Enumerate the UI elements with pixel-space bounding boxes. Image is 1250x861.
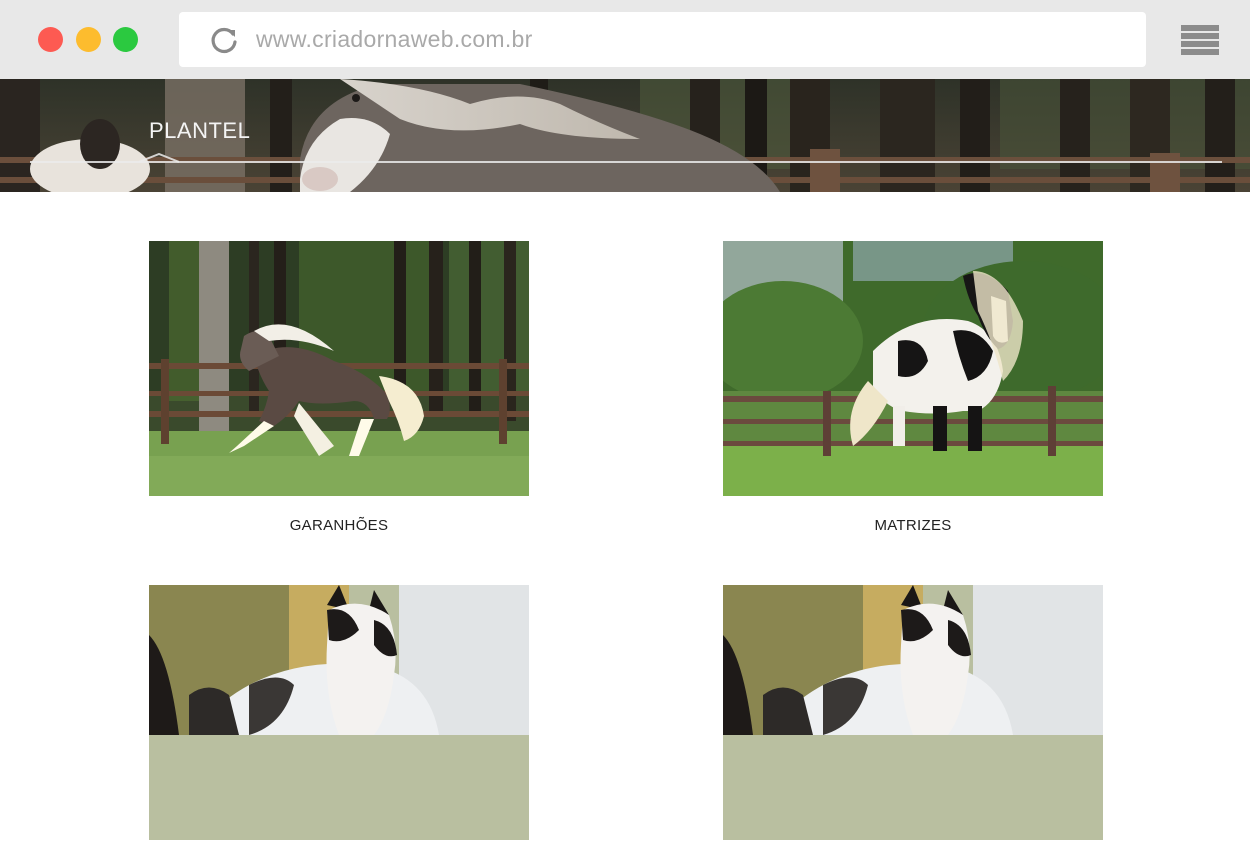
category-card-3[interactable] — [149, 585, 529, 861]
category-card-4[interactable] — [723, 585, 1103, 861]
reload-icon[interactable] — [209, 25, 239, 55]
hero-banner: PLANTEL — [0, 79, 1250, 192]
category-card-garanhoes[interactable]: GARANHÕES — [149, 241, 529, 535]
maximize-window-button[interactable] — [113, 27, 138, 52]
stallion-photo[interactable] — [149, 241, 529, 496]
hamburger-menu-icon[interactable] — [1181, 25, 1219, 55]
url-text[interactable]: www.criadornaweb.com.br — [256, 26, 533, 52]
foal-photo[interactable] — [149, 585, 529, 840]
category-label[interactable]: GARANHÕES — [149, 517, 529, 535]
page-title: PLANTEL — [149, 118, 251, 143]
close-window-button[interactable] — [38, 27, 63, 52]
browser-toolbar: www.criadornaweb.com.br — [0, 0, 1250, 79]
category-label[interactable]: MATRIZES — [723, 517, 1103, 535]
title-underline-divider — [30, 161, 1222, 163]
minimize-window-button[interactable] — [76, 27, 101, 52]
mare-photo[interactable] — [723, 241, 1103, 496]
category-card-matrizes[interactable]: MATRIZES — [723, 241, 1103, 535]
title-notch — [139, 153, 179, 163]
foal-photo[interactable] — [723, 585, 1103, 840]
address-bar[interactable]: www.criadornaweb.com.br — [179, 12, 1146, 67]
